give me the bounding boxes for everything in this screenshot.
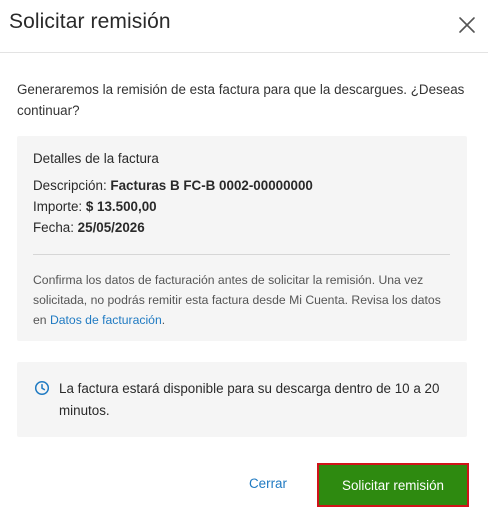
invoice-details-panel: Detalles de la factura Descripción: Fact… xyxy=(17,136,467,341)
availability-info-panel: La factura estará disponible para su des… xyxy=(17,362,467,437)
billing-data-link[interactable]: Datos de facturación xyxy=(50,313,162,327)
date-label: Fecha: xyxy=(33,220,74,235)
dialog-header: Solicitar remisión xyxy=(0,0,488,53)
invoice-details-heading: Detalles de la factura xyxy=(33,151,159,166)
availability-info-text: La factura estará disponible para su des… xyxy=(59,381,440,418)
invoice-description-row: Descripción: Facturas B FC-B 0002-000000… xyxy=(33,178,313,193)
billing-note-end: . xyxy=(161,313,166,327)
description-value: Facturas B FC-B 0002-00000000 xyxy=(110,178,313,193)
description-label: Descripción: xyxy=(33,178,107,193)
dialog-intro-text: Generaremos la remisión de esta factura … xyxy=(17,82,465,118)
amount-value: $ 13.500,00 xyxy=(85,199,157,214)
close-button[interactable] xyxy=(454,12,480,38)
details-divider xyxy=(33,254,450,255)
amount-label: Importe: xyxy=(33,199,83,214)
request-remission-dialog: Solicitar remisión Generaremos la remisi… xyxy=(0,0,488,524)
close-icon xyxy=(459,17,475,33)
invoice-date-row: Fecha: 25/05/2026 xyxy=(33,220,145,235)
date-value: 25/05/2026 xyxy=(77,220,145,235)
billing-note: Confirma los datos de facturación antes … xyxy=(33,270,453,330)
invoice-amount-row: Importe: $ 13.500,00 xyxy=(33,199,157,214)
clock-icon xyxy=(34,380,50,396)
cancel-button[interactable]: Cerrar xyxy=(249,476,287,491)
dialog-title: Solicitar remisión xyxy=(9,10,171,33)
request-remission-button[interactable]: Solicitar remisión xyxy=(323,469,463,501)
submit-highlight-frame: Solicitar remisión xyxy=(317,463,469,507)
